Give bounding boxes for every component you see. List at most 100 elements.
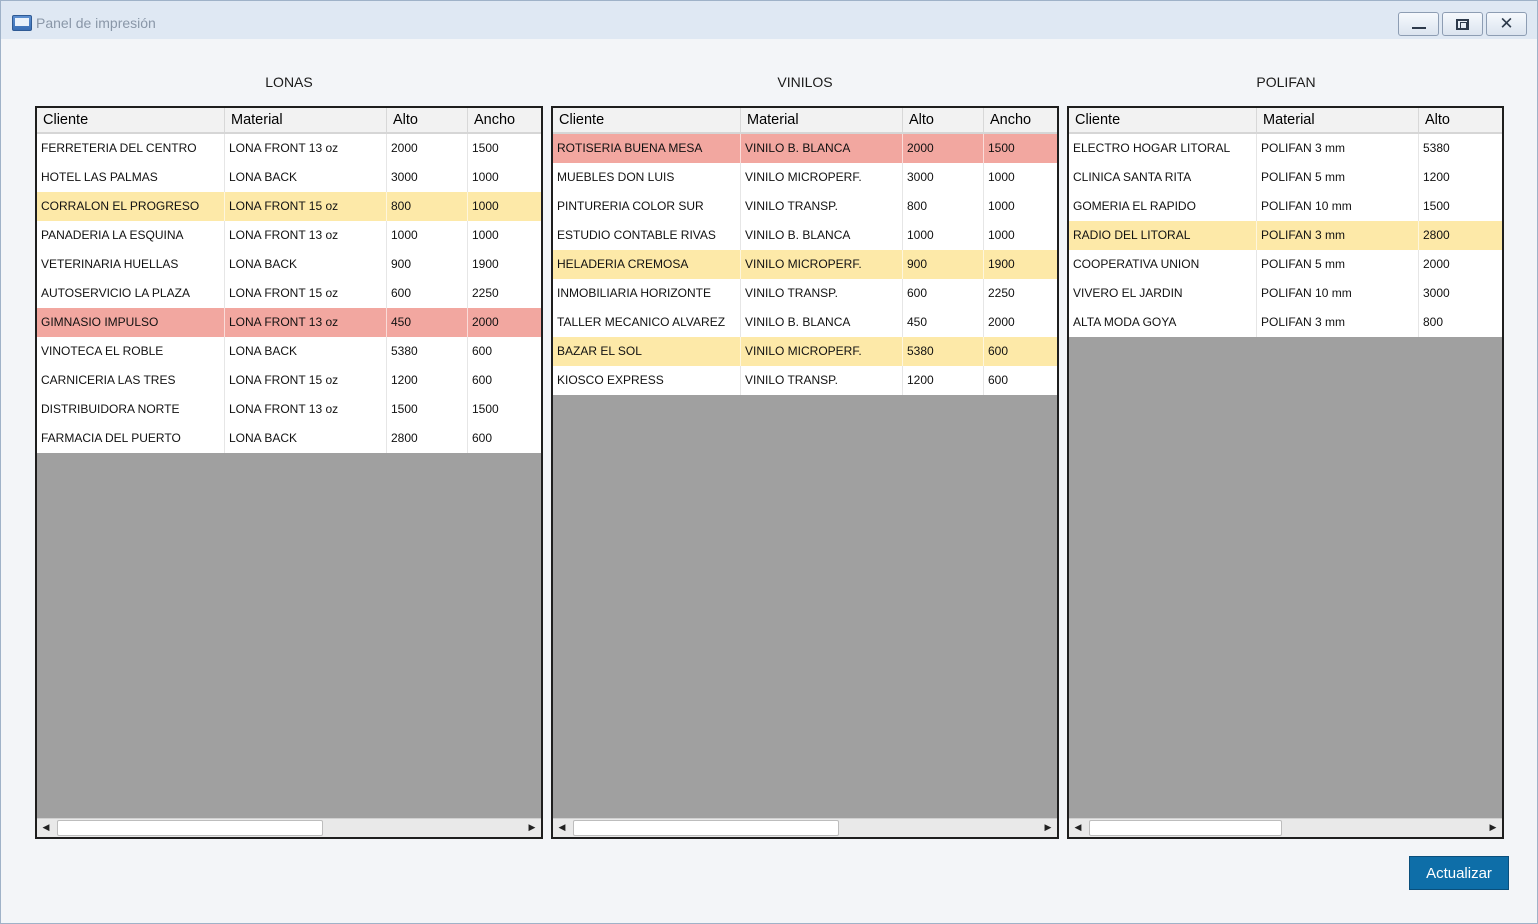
table-row[interactable]: PANADERIA LA ESQUINA LONA FRONT 13 oz 1000… (37, 221, 541, 250)
table-row[interactable]: AUTOSERVICIO LA PLAZA LONA FRONT 15 oz 600… (37, 279, 541, 308)
scroll-right-icon[interactable]: ▶ (523, 819, 541, 837)
vinilos-horizontal-scrollbar[interactable]: ◀ ▶ (553, 818, 1057, 837)
cell-alto: 1200 (1419, 163, 1502, 192)
minimize-icon (1411, 26, 1426, 29)
cell-material: VINILO TRANSP. (741, 366, 903, 395)
table-row[interactable]: FARMACIA DEL PUERTO LONA BACK 2800 600 (37, 424, 541, 453)
cell-material: POLIFAN 3 mm (1257, 308, 1419, 337)
table-row[interactable]: ROTISERIA BUENA MESA VINILO B. BLANCA 2000… (553, 134, 1057, 163)
print-panel-window: Panel de impresión ✕ LONAS VINILOS POLIF… (0, 0, 1538, 924)
column-header-material[interactable]: Material (741, 108, 903, 132)
cell-material: LONA BACK (225, 163, 387, 192)
cell-material: POLIFAN 10 mm (1257, 192, 1419, 221)
table-row[interactable]: ALTA MODA GOYA POLIFAN 3 mm 800 (1069, 308, 1502, 337)
vinilos-title: VINILOS (777, 74, 833, 90)
cell-material: VINILO B. BLANCA (741, 221, 903, 250)
cell-alto: 1500 (387, 395, 468, 424)
polifan-horizontal-scrollbar[interactable]: ◀ ▶ (1069, 818, 1502, 837)
polifan-scroll-thumb[interactable] (1089, 820, 1282, 836)
maximize-icon (1456, 18, 1469, 30)
lonas-grid[interactable]: Cliente Material Alto Ancho FERRETERIA DEL … (35, 106, 543, 839)
maximize-button[interactable] (1442, 12, 1483, 36)
cell-ancho: 1500 (984, 134, 1057, 163)
table-row[interactable]: VIVERO EL JARDIN POLIFAN 10 mm 3000 (1069, 279, 1502, 308)
scroll-left-icon[interactable]: ◀ (1069, 819, 1087, 837)
cell-ancho: 600 (468, 424, 541, 453)
cell-cliente: VETERINARIA HUELLAS (37, 250, 225, 279)
table-row[interactable]: KIOSCO EXPRESS VINILO TRANSP. 1200 600 (553, 366, 1057, 395)
table-row[interactable]: CLINICA SANTA RITA POLIFAN 5 mm 1200 (1069, 163, 1502, 192)
table-row[interactable]: PINTURERIA COLOR SUR VINILO TRANSP. 800 100… (553, 192, 1057, 221)
table-row[interactable]: ESTUDIO CONTABLE RIVAS VINILO B. BLANCA 10… (553, 221, 1057, 250)
cell-material: POLIFAN 3 mm (1257, 221, 1419, 250)
column-header-cliente[interactable]: Cliente (37, 108, 225, 132)
cell-ancho: 600 (984, 337, 1057, 366)
column-header-ancho[interactable]: Ancho (984, 108, 1057, 132)
table-row[interactable]: INMOBILIARIA HORIZONTE VINILO TRANSP. 600 2… (553, 279, 1057, 308)
cell-cliente: ESTUDIO CONTABLE RIVAS (553, 221, 741, 250)
table-row[interactable]: HELADERIA CREMOSA VINILO MICROPERF. 900 190… (553, 250, 1057, 279)
refresh-button[interactable]: Actualizar (1409, 856, 1509, 890)
column-header-ancho[interactable]: Ancho (468, 108, 541, 132)
cell-alto: 1500 (1419, 192, 1502, 221)
cell-cliente: GIMNASIO IMPULSO (37, 308, 225, 337)
column-header-cliente[interactable]: Cliente (553, 108, 741, 132)
polifan-grid-header: Cliente Material Alto (1069, 108, 1502, 134)
cell-cliente: ALTA MODA GOYA (1069, 308, 1257, 337)
cell-ancho: 600 (984, 366, 1057, 395)
cell-cliente: DISTRIBUIDORA NORTE (37, 395, 225, 424)
lonas-horizontal-scrollbar[interactable]: ◀ ▶ (37, 818, 541, 837)
scroll-right-icon[interactable]: ▶ (1484, 819, 1502, 837)
table-row[interactable]: GIMNASIO IMPULSO LONA FRONT 13 oz 450 2000 (37, 308, 541, 337)
scroll-right-icon[interactable]: ▶ (1039, 819, 1057, 837)
cell-cliente: TALLER MECANICO ALVAREZ (553, 308, 741, 337)
lonas-scroll-thumb[interactable] (57, 820, 323, 836)
column-header-material[interactable]: Material (1257, 108, 1419, 132)
cell-alto: 800 (1419, 308, 1502, 337)
table-row[interactable]: VETERINARIA HUELLAS LONA BACK 900 1900 (37, 250, 541, 279)
table-row[interactable]: FERRETERIA DEL CENTRO LONA FRONT 13 oz 200… (37, 134, 541, 163)
table-row[interactable]: ELECTRO HOGAR LITORAL POLIFAN 3 mm 5380 (1069, 134, 1502, 163)
cell-cliente: CLINICA SANTA RITA (1069, 163, 1257, 192)
scroll-left-icon[interactable]: ◀ (553, 819, 571, 837)
vinilos-grid-header: Cliente Material Alto Ancho (553, 108, 1057, 134)
cell-alto: 1200 (387, 366, 468, 395)
cell-alto: 5380 (1419, 134, 1502, 163)
polifan-title: POLIFAN (1256, 74, 1316, 90)
cell-ancho: 1000 (984, 192, 1057, 221)
cell-material: VINILO MICROPERF. (741, 163, 903, 192)
cell-cliente: CARNICERIA LAS TRES (37, 366, 225, 395)
table-row[interactable]: DISTRIBUIDORA NORTE LONA FRONT 13 oz 1500 1… (37, 395, 541, 424)
column-header-alto[interactable]: Alto (903, 108, 984, 132)
cell-alto: 450 (903, 308, 984, 337)
table-row[interactable]: MUEBLES DON LUIS VINILO MICROPERF. 3000 100… (553, 163, 1057, 192)
minimize-button[interactable] (1398, 12, 1439, 36)
cell-cliente: FERRETERIA DEL CENTRO (37, 134, 225, 163)
table-row[interactable]: CORRALON EL PROGRESO LONA FRONT 15 oz 800 1… (37, 192, 541, 221)
close-button[interactable]: ✕ (1486, 12, 1527, 36)
vinilos-scroll-thumb[interactable] (573, 820, 839, 836)
table-row[interactable]: COOPERATIVA UNION POLIFAN 5 mm 2000 (1069, 250, 1502, 279)
cell-material: POLIFAN 10 mm (1257, 279, 1419, 308)
column-header-cliente[interactable]: Cliente (1069, 108, 1257, 132)
table-row[interactable]: HOTEL LAS PALMAS LONA BACK 3000 1000 (37, 163, 541, 192)
column-header-material[interactable]: Material (225, 108, 387, 132)
table-row[interactable]: GOMERIA EL RAPIDO POLIFAN 10 mm 1500 (1069, 192, 1502, 221)
cell-material: LONA BACK (225, 424, 387, 453)
column-header-alto[interactable]: Alto (1419, 108, 1502, 132)
cell-ancho: 1000 (984, 163, 1057, 192)
polifan-grid[interactable]: Cliente Material Alto ELECTRO HOGAR LITORA… (1067, 106, 1504, 839)
cell-cliente: RADIO DEL LITORAL (1069, 221, 1257, 250)
table-row[interactable]: BAZAR EL SOL VINILO MICROPERF. 5380 600 (553, 337, 1057, 366)
cell-ancho: 2250 (468, 279, 541, 308)
lonas-grid-header: Cliente Material Alto Ancho (37, 108, 541, 134)
table-row[interactable]: RADIO DEL LITORAL POLIFAN 3 mm 2800 (1069, 221, 1502, 250)
cell-alto: 600 (387, 279, 468, 308)
table-row[interactable]: TALLER MECANICO ALVAREZ VINILO B. BLANCA 4… (553, 308, 1057, 337)
table-row[interactable]: CARNICERIA LAS TRES LONA FRONT 15 oz 1200 6… (37, 366, 541, 395)
scroll-left-icon[interactable]: ◀ (37, 819, 55, 837)
vinilos-grid[interactable]: Cliente Material Alto Ancho ROTISERIA BUENA… (551, 106, 1059, 839)
table-row[interactable]: VINOTECA EL ROBLE LONA BACK 5380 600 (37, 337, 541, 366)
column-header-alto[interactable]: Alto (387, 108, 468, 132)
cell-ancho: 2000 (468, 308, 541, 337)
